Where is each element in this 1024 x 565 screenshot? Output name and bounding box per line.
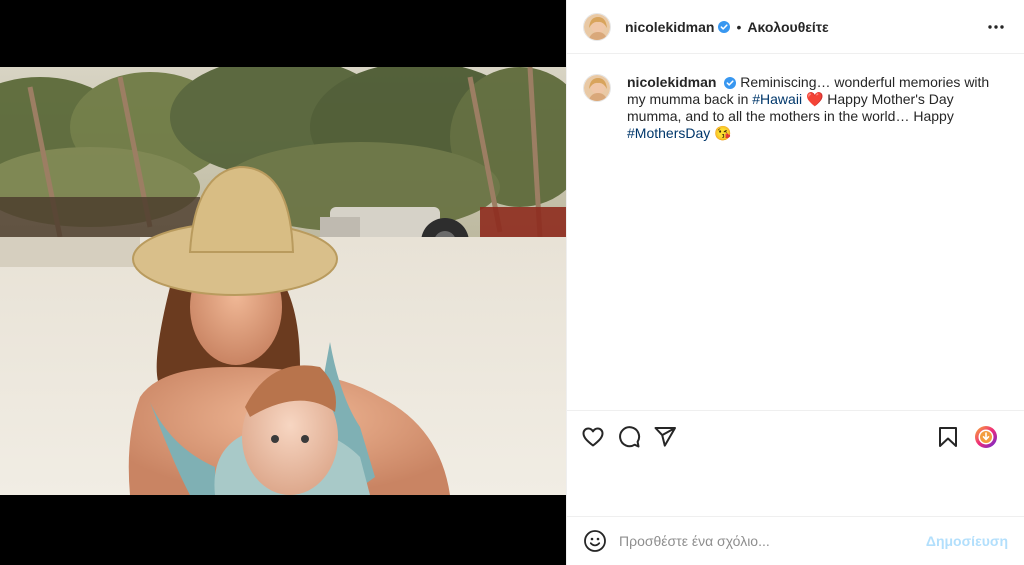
heart-icon[interactable] — [581, 425, 605, 449]
separator-dot: • — [736, 18, 742, 35]
extension-icon[interactable] — [974, 425, 998, 449]
caption-username[interactable]: nicolekidman — [627, 74, 716, 90]
avatar[interactable] — [583, 12, 611, 41]
action-bar — [567, 410, 1024, 462]
publish-button[interactable]: Δημοσίευση — [926, 533, 1008, 549]
bookmark-icon[interactable] — [936, 425, 960, 449]
hashtag-hawaii[interactable]: #Hawaii — [752, 91, 802, 107]
instagram-post: nicolekidman • Ακολουθείτε nicolekidman … — [0, 0, 1024, 565]
comment-icon[interactable] — [617, 425, 641, 449]
post-media[interactable] — [0, 0, 566, 565]
share-icon[interactable] — [653, 425, 677, 449]
comment-input[interactable] — [619, 533, 926, 549]
verified-badge-icon — [724, 77, 737, 90]
emoji-icon[interactable] — [583, 529, 607, 553]
follow-status-button[interactable]: Ακολουθείτε — [747, 19, 828, 35]
caption: nicolekidman Reminiscing… wonderful memo… — [583, 74, 1008, 142]
action-right-group — [936, 425, 1012, 449]
likes-area — [567, 462, 1024, 516]
add-comment-bar: Δημοσίευση — [567, 516, 1024, 565]
post-header: nicolekidman • Ακολουθείτε — [567, 0, 1024, 54]
red-heart-emoji: ❤️ — [805, 91, 824, 107]
caption-avatar[interactable] — [583, 74, 611, 102]
post-photo[interactable] — [0, 67, 566, 495]
author-username[interactable]: nicolekidman — [625, 19, 714, 35]
verified-badge-icon — [718, 20, 731, 33]
kiss-emoji: 😘 — [714, 125, 732, 141]
more-dots-icon[interactable] — [984, 15, 1008, 39]
hashtag-mothersday[interactable]: #MothersDay — [627, 125, 710, 141]
comments-area: nicolekidman Reminiscing… wonderful memo… — [567, 54, 1024, 410]
post-panel: nicolekidman • Ακολουθείτε nicolekidman … — [566, 0, 1024, 565]
caption-text: nicolekidman Reminiscing… wonderful memo… — [627, 74, 1007, 142]
